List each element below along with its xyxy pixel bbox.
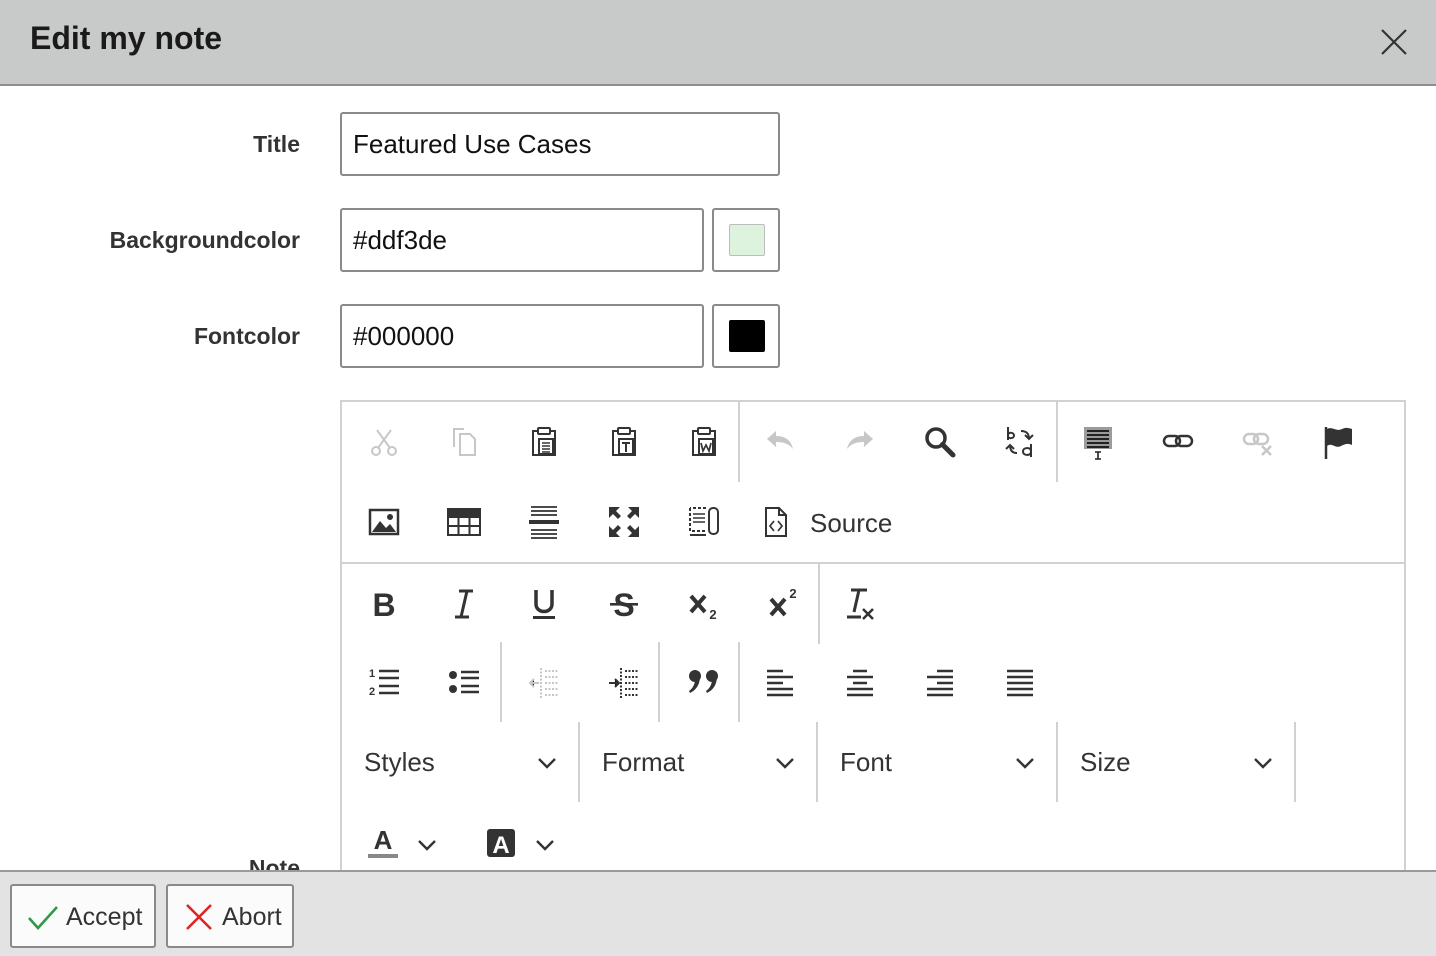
justify-icon[interactable] — [980, 642, 1060, 722]
bulleted-list-icon[interactable] — [424, 642, 504, 722]
format-dropdown[interactable]: Format — [580, 722, 816, 802]
dialog-footer: Accept Abort — [0, 870, 1436, 956]
image-icon[interactable] — [344, 482, 424, 562]
toolbar-separator — [500, 642, 502, 722]
text-color-icon: A — [368, 825, 398, 858]
source-button[interactable] — [744, 482, 808, 562]
toolbar-separator — [1294, 722, 1296, 802]
unlink-icon[interactable] — [1218, 402, 1298, 482]
fontcolor-input[interactable] — [340, 304, 704, 368]
fontcolor-swatch — [729, 320, 765, 352]
align-center-icon[interactable] — [820, 642, 900, 722]
indent-icon[interactable] — [584, 642, 664, 722]
svg-text:A: A — [492, 832, 509, 859]
svg-text:2: 2 — [789, 586, 796, 601]
backgroundcolor-label: Backgroundcolor — [109, 227, 300, 253]
cut-icon[interactable] — [344, 402, 424, 482]
format-dropdown-label: Format — [602, 747, 685, 777]
align-left-icon[interactable] — [740, 642, 820, 722]
title-input[interactable] — [340, 112, 780, 176]
svg-text:2: 2 — [369, 686, 375, 698]
svg-text:B: B — [372, 587, 395, 623]
svg-text:2: 2 — [709, 607, 716, 622]
undo-icon[interactable] — [740, 402, 820, 482]
maximize-icon[interactable] — [584, 482, 664, 562]
svg-text:1: 1 — [369, 668, 375, 680]
text-color-button[interactable]: A — [362, 802, 442, 880]
size-dropdown[interactable]: Size — [1058, 722, 1294, 802]
backgroundcolor-input[interactable] — [340, 208, 704, 272]
background-color-icon: A — [487, 829, 515, 859]
fontcolor-label: Fontcolor — [193, 323, 300, 349]
backgroundcolor-picker-button[interactable] — [712, 208, 780, 272]
underline-icon[interactable] — [504, 564, 584, 644]
align-right-icon[interactable] — [900, 642, 980, 722]
outdent-icon[interactable] — [504, 642, 584, 722]
copy-icon[interactable] — [424, 402, 504, 482]
abort-label: Abort — [222, 903, 282, 931]
abort-button[interactable]: Abort — [166, 884, 294, 948]
size-dropdown-label: Size — [1080, 747, 1131, 777]
horizontal-line-icon[interactable] — [504, 482, 584, 562]
chevron-down-icon — [1254, 758, 1272, 769]
rich-text-editor: Source B S 2 2 12 Styles Format Font Siz… — [340, 400, 1406, 880]
redo-icon[interactable] — [820, 402, 900, 482]
italic-icon[interactable] — [424, 564, 504, 644]
backgroundcolor-swatch — [729, 224, 765, 256]
select-all-icon[interactable] — [1058, 402, 1138, 482]
paste-icon[interactable] — [504, 402, 584, 482]
styles-dropdown-label: Styles — [364, 747, 435, 777]
strikethrough-icon[interactable]: S — [584, 564, 664, 644]
close-icon[interactable] — [1372, 20, 1416, 64]
numbered-list-icon[interactable]: 12 — [344, 642, 424, 722]
link-icon[interactable] — [1138, 402, 1218, 482]
anchor-icon[interactable] — [1298, 402, 1378, 482]
bold-icon[interactable]: B — [344, 564, 424, 644]
paste-word-icon[interactable] — [664, 402, 744, 482]
show-blocks-icon[interactable] — [664, 482, 744, 562]
chevron-down-icon — [418, 840, 436, 851]
remove-format-icon[interactable] — [820, 564, 900, 644]
x-icon — [186, 904, 212, 930]
dialog-header: Edit my note — [0, 0, 1436, 86]
chevron-down-icon — [536, 840, 554, 851]
checkmark-icon — [28, 906, 58, 930]
toolbar-separator — [658, 642, 660, 722]
title-label: Title — [253, 131, 300, 157]
chevron-down-icon — [776, 758, 794, 769]
font-dropdown-label: Font — [840, 747, 893, 777]
superscript-icon[interactable]: 2 — [744, 564, 824, 644]
table-icon[interactable] — [424, 482, 504, 562]
chevron-down-icon — [1016, 758, 1034, 769]
chevron-down-icon — [538, 758, 556, 769]
edit-note-dialog: Edit my note Title Backgroundcolor Fontc… — [0, 0, 1436, 956]
replace-icon[interactable] — [980, 402, 1060, 482]
find-icon[interactable] — [900, 402, 980, 482]
svg-text:A: A — [374, 825, 393, 855]
subscript-icon[interactable]: 2 — [664, 564, 744, 644]
note-label: Note — [248, 855, 300, 870]
source-label[interactable]: Source — [810, 508, 892, 539]
blockquote-icon[interactable] — [664, 642, 744, 722]
background-color-button[interactable]: A — [482, 802, 562, 880]
dialog-title: Edit my note — [30, 20, 223, 56]
paste-text-icon[interactable] — [584, 402, 664, 482]
fontcolor-picker-button[interactable] — [712, 304, 780, 368]
accept-label: Accept — [66, 903, 143, 931]
styles-dropdown[interactable]: Styles — [342, 722, 578, 802]
accept-button[interactable]: Accept — [10, 884, 156, 948]
font-dropdown[interactable]: Font — [818, 722, 1056, 802]
